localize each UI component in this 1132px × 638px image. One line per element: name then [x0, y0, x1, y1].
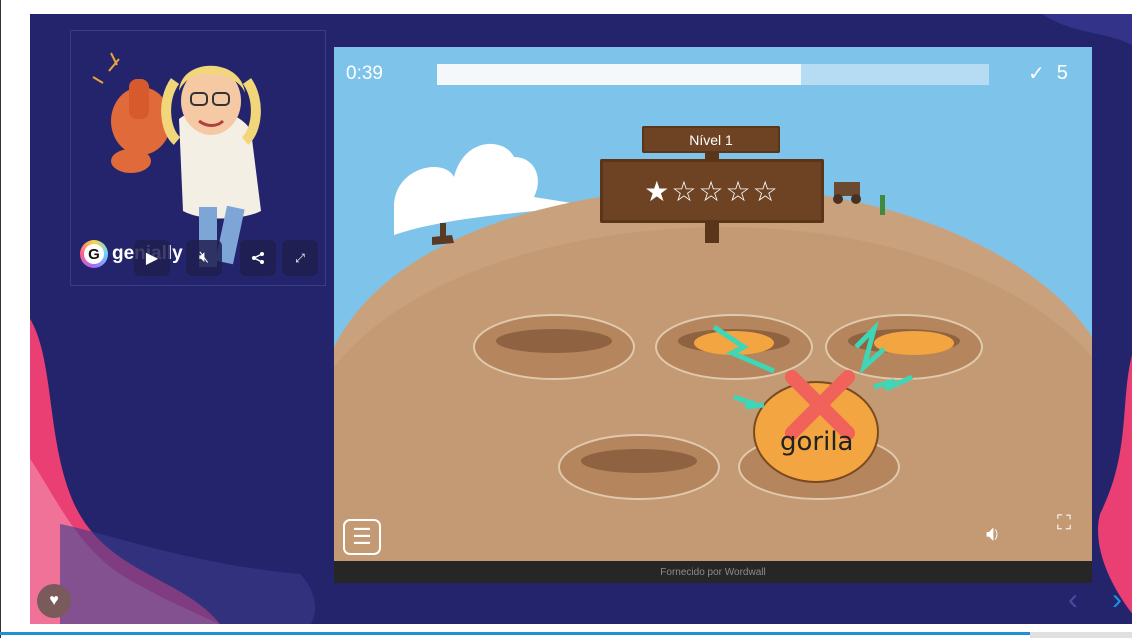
menu-icon: ☰	[352, 524, 372, 549]
game-timer: 0:39	[346, 63, 383, 84]
mute-icon: 🔇︎	[198, 249, 210, 266]
speaker-icon: 🔉︎	[986, 521, 1000, 546]
genially-logo-icon: G	[80, 240, 108, 268]
fullscreen-button[interactable]: ⛶	[1046, 512, 1082, 534]
pink-blob-left	[30, 319, 315, 624]
bottom-accent-bar	[0, 632, 1132, 635]
prev-slide-button[interactable]: ‹	[1068, 583, 1078, 617]
slide-frame: G genially ▶ 🔇︎ ⤢	[0, 0, 1132, 638]
mute-button[interactable]: 🔇︎	[186, 240, 222, 276]
left-border	[0, 0, 1, 638]
check-icon: ✓	[1028, 63, 1045, 85]
wordwall-game: 0:39 ✓ 5 Nível 1 ★☆☆☆☆ gorila ☰ 🔉︎ ⛶ For…	[334, 47, 1092, 583]
expand-icon: ⤢	[295, 250, 305, 265]
play-button[interactable]: ▶	[134, 240, 170, 276]
expand-button[interactable]: ⤢	[282, 240, 318, 276]
score-value: 5	[1056, 62, 1068, 84]
share-button[interactable]	[240, 240, 276, 276]
score-display: ✓ 5	[1028, 61, 1068, 86]
time-progress-fill	[437, 64, 802, 85]
time-progress-bar	[437, 64, 989, 85]
heart-icon: ♥	[49, 592, 59, 609]
bottom-gray-bar	[1030, 632, 1132, 638]
share-icon	[252, 252, 264, 264]
next-slide-button[interactable]: ›	[1112, 583, 1122, 617]
star-rating: ★☆☆☆☆	[600, 159, 824, 223]
play-icon: ▶	[145, 250, 159, 267]
mole-word[interactable]: gorila	[780, 427, 853, 457]
like-button[interactable]: ♥	[37, 584, 71, 618]
pink-blob-right	[1098, 355, 1132, 614]
sound-button[interactable]: 🔉︎	[986, 521, 1000, 547]
game-footer: Fornecido por Wordwall	[334, 561, 1092, 583]
fullscreen-icon: ⛶	[1057, 512, 1071, 534]
level-sign: Nível 1	[642, 126, 780, 153]
menu-button[interactable]: ☰	[343, 519, 381, 555]
